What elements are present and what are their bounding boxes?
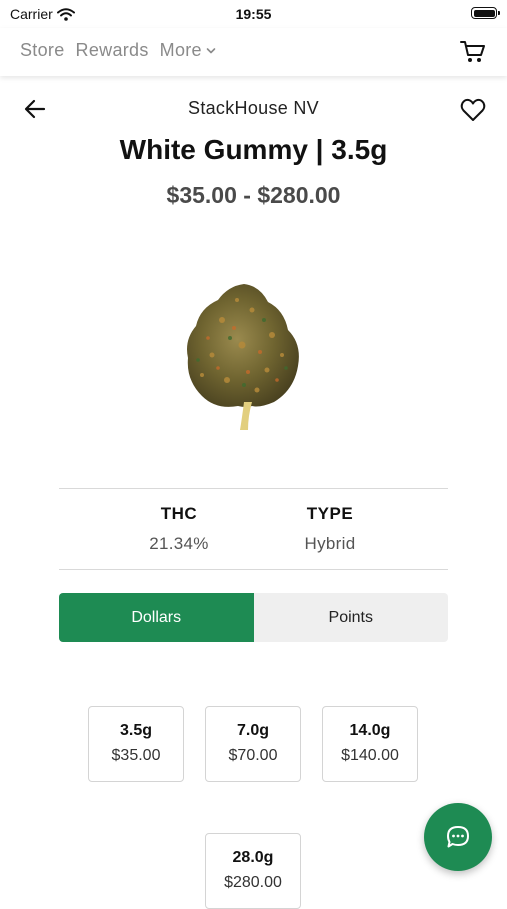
thc-label: THC: [160, 504, 198, 523]
product-title: White Gummy | 3.5g: [119, 134, 388, 165]
heart-icon[interactable]: [459, 96, 487, 124]
size-weight: 14.0g: [349, 722, 391, 739]
size-price: $140.00: [341, 747, 399, 764]
top-nav: Store Rewards More: [0, 28, 507, 76]
nav-store[interactable]: Store: [20, 40, 65, 61]
status-time: 19:55: [235, 6, 272, 22]
type-stat: TYPE Hybrid: [270, 504, 390, 554]
status-bar: Carrier 19:55: [0, 0, 507, 28]
size-weight: 7.0g: [236, 722, 269, 739]
type-label: TYPE: [306, 504, 354, 523]
size-weight: 28.0g: [232, 849, 274, 866]
thc-value: 21.34%: [149, 534, 209, 553]
dollars-toggle[interactable]: Dollars: [59, 593, 254, 642]
nav-more[interactable]: More: [160, 40, 216, 61]
size-option[interactable]: 7.0g $70.00: [205, 706, 301, 782]
product-image: [187, 284, 299, 430]
nav-links: Store Rewards More: [20, 40, 216, 61]
chevron-down-icon: [206, 47, 216, 53]
size-option[interactable]: 3.5g $35.00: [88, 706, 184, 782]
type-value: Hybrid: [304, 534, 356, 553]
nav-rewards[interactable]: Rewards: [76, 40, 149, 61]
thc-stat: THC 21.34%: [119, 504, 239, 554]
currency-toggle: Dollars Points: [59, 593, 448, 642]
size-price: $280.00: [224, 874, 282, 891]
points-toggle[interactable]: Points: [253, 593, 448, 642]
size-weight: 3.5g: [119, 722, 152, 739]
size-price: $70.00: [228, 747, 278, 764]
store-name: StackHouse NV: [188, 98, 319, 118]
battery-icon: [471, 7, 500, 19]
chat-bubble-icon: [447, 826, 469, 848]
chat-button[interactable]: [424, 803, 492, 871]
size-option[interactable]: 14.0g $140.00: [322, 706, 418, 782]
cart-icon[interactable]: [459, 38, 487, 66]
price-range: $35.00 - $280.00: [166, 182, 341, 208]
product-stats: THC 21.34% TYPE Hybrid: [59, 488, 448, 570]
size-price: $35.00: [111, 747, 161, 764]
nav-more-label: More: [159, 40, 202, 60]
size-option[interactable]: 28.0g $280.00: [205, 833, 301, 909]
